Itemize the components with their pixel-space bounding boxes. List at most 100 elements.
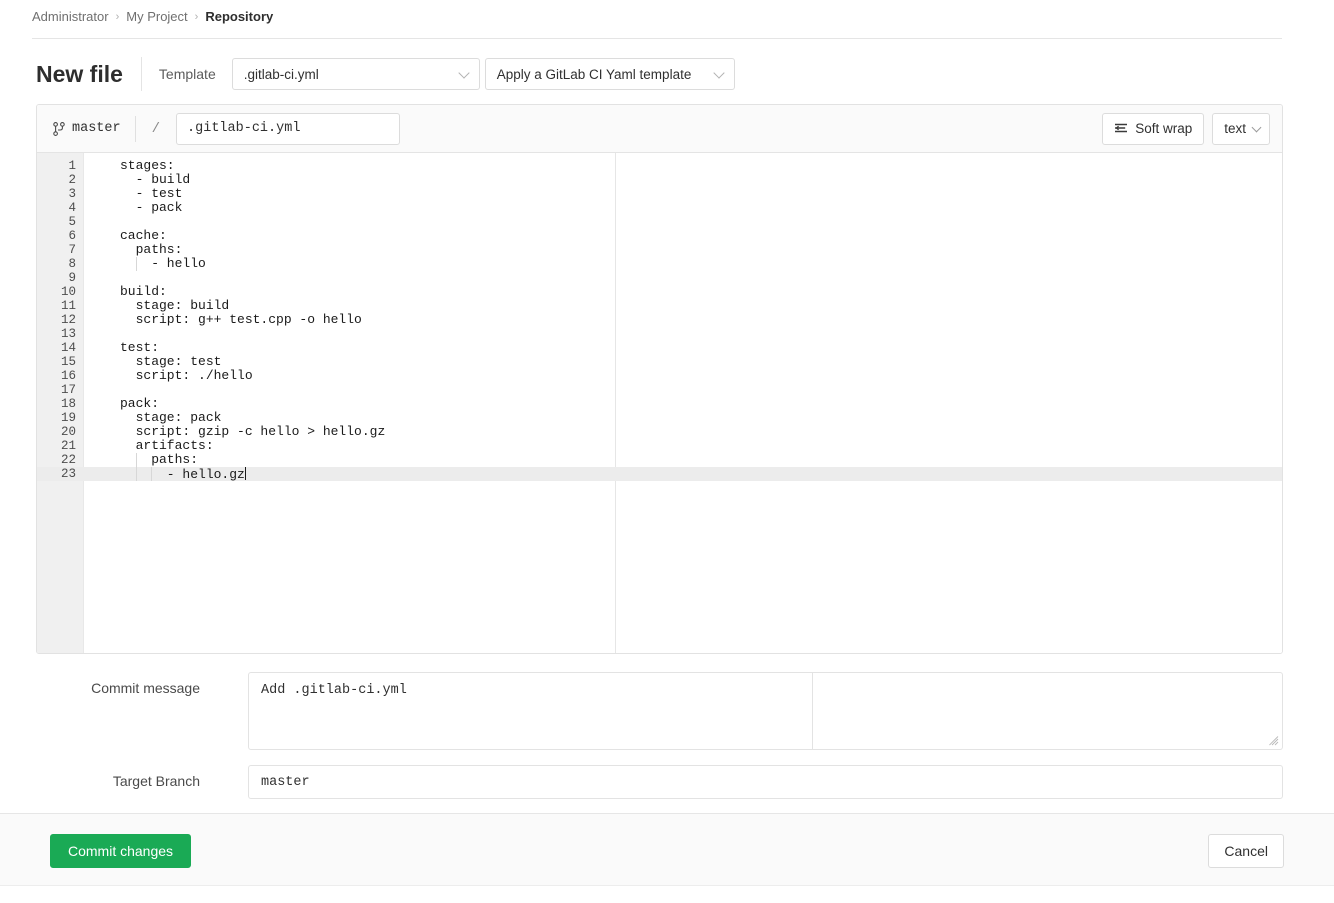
template-label: Template: [159, 66, 216, 82]
code-text: - pack: [120, 201, 182, 215]
commit-changes-button[interactable]: Commit changes: [50, 834, 191, 868]
new-file-page: Administrator › My Project › Repository …: [0, 0, 1334, 903]
editor-toolbar-actions: Soft wrap text: [1102, 113, 1270, 145]
line-number: 17: [37, 383, 76, 397]
page-header-row: New file Template .gitlab-ci.yml Apply a…: [36, 55, 735, 93]
editor-toolbar: master / Soft wrap text: [37, 105, 1282, 153]
chevron-down-icon: [713, 67, 724, 78]
path-separator: /: [135, 116, 160, 142]
breadcrumb: Administrator › My Project › Repository: [32, 9, 273, 24]
code-line[interactable]: 9: [37, 271, 1282, 285]
commit-message-side-panel: [813, 672, 1283, 750]
commit-message-label: Commit message: [48, 680, 200, 696]
resize-handle-icon[interactable]: [1269, 736, 1279, 746]
code-line[interactable]: 16 script: ./hello: [37, 369, 1282, 383]
line-number: 4: [37, 201, 76, 215]
line-number: 14: [37, 341, 76, 355]
code-text: test:: [120, 341, 159, 355]
code-line[interactable]: 22 paths:: [37, 453, 1282, 467]
code-text: stages:: [120, 159, 175, 173]
code-text: paths:: [120, 453, 198, 467]
soft-wrap-label: Soft wrap: [1135, 121, 1192, 136]
template-apply-select-value: Apply a GitLab CI Yaml template: [497, 67, 692, 82]
code-line[interactable]: 11 stage: build: [37, 299, 1282, 313]
page-title: New file: [36, 55, 141, 93]
code-text: - build: [120, 173, 190, 187]
line-number: 5: [37, 215, 76, 229]
template-apply-select[interactable]: Apply a GitLab CI Yaml template: [485, 58, 735, 90]
code-line[interactable]: 8 - hello: [37, 257, 1282, 271]
file-editor-card: master / Soft wrap text: [36, 104, 1283, 654]
code-line[interactable]: 12 script: g++ test.cpp -o hello: [37, 313, 1282, 327]
code-line[interactable]: 23 - hello.gz: [37, 467, 1282, 481]
line-number: 2: [37, 173, 76, 187]
code-text: stage: pack: [120, 411, 221, 425]
commit-message-input[interactable]: [248, 672, 813, 750]
line-number: 6: [37, 229, 76, 243]
code-text: paths:: [120, 243, 182, 257]
code-line[interactable]: 3 - test: [37, 187, 1282, 201]
soft-wrap-icon: [1114, 123, 1128, 135]
line-number: 16: [37, 369, 76, 383]
line-number: 3: [37, 187, 76, 201]
line-number: 11: [37, 299, 76, 313]
breadcrumb-separator-icon: ›: [195, 11, 199, 23]
code-text: build:: [120, 285, 167, 299]
text-cursor: [245, 467, 246, 480]
editor-mode-label: text: [1224, 121, 1246, 136]
code-line[interactable]: 19 stage: pack: [37, 411, 1282, 425]
code-line[interactable]: 1 stages:: [37, 159, 1282, 173]
header-divider: [141, 57, 142, 91]
line-number: 12: [37, 313, 76, 327]
code-text: - test: [120, 187, 182, 201]
line-number: 19: [37, 411, 76, 425]
code-text: script: gzip -c hello > hello.gz: [120, 425, 385, 439]
template-file-select-value: .gitlab-ci.yml: [244, 67, 319, 82]
line-number: 7: [37, 243, 76, 257]
code-text: script: ./hello: [120, 369, 253, 383]
editor-mode-select[interactable]: text: [1212, 113, 1270, 145]
code-editor[interactable]: 1stages:2 - build3 - test4 - pack56cache…: [37, 153, 1282, 654]
breadcrumb-item-administrator[interactable]: Administrator: [32, 9, 109, 24]
code-line[interactable]: 17: [37, 383, 1282, 397]
commit-message-field-group: [248, 672, 1283, 750]
branch-name: master: [72, 121, 121, 136]
line-number: 21: [37, 439, 76, 453]
code-line[interactable]: 13: [37, 327, 1282, 341]
code-text: artifacts:: [120, 439, 214, 453]
cancel-button[interactable]: Cancel: [1208, 834, 1284, 868]
code-text: script: g++ test.cpp -o hello: [120, 313, 362, 327]
code-text: pack:: [120, 397, 159, 411]
breadcrumb-item-repository[interactable]: Repository: [205, 9, 273, 24]
line-number: 18: [37, 397, 76, 411]
code-line[interactable]: 5: [37, 215, 1282, 229]
line-number: 23: [37, 467, 76, 481]
code-lines: 1stages:2 - build3 - test4 - pack56cache…: [37, 159, 1282, 481]
code-line[interactable]: 7 paths:: [37, 243, 1282, 257]
line-number: 9: [37, 271, 76, 285]
soft-wrap-button[interactable]: Soft wrap: [1102, 113, 1204, 145]
breadcrumb-item-my-project[interactable]: My Project: [126, 9, 187, 24]
breadcrumb-separator-icon: ›: [116, 11, 120, 23]
code-line[interactable]: 15 stage: test: [37, 355, 1282, 369]
chevron-down-icon: [1252, 122, 1262, 132]
code-text: - hello: [120, 257, 206, 271]
template-file-select[interactable]: .gitlab-ci.yml: [232, 58, 480, 90]
code-line[interactable]: 4 - pack: [37, 201, 1282, 215]
code-text: stage: build: [120, 299, 229, 313]
target-branch-label: Target Branch: [48, 773, 200, 789]
code-line[interactable]: 18 pack:: [37, 397, 1282, 411]
line-number: 1: [37, 159, 76, 173]
line-number: 13: [37, 327, 76, 341]
code-line[interactable]: 10build:: [37, 285, 1282, 299]
filename-input[interactable]: [176, 113, 400, 145]
code-line[interactable]: 20 script: gzip -c hello > hello.gz: [37, 425, 1282, 439]
chevron-down-icon: [458, 67, 469, 78]
code-line[interactable]: 2 - build: [37, 173, 1282, 187]
target-branch-input[interactable]: [248, 765, 1283, 799]
line-number: 22: [37, 453, 76, 467]
code-line[interactable]: 21 artifacts:: [37, 439, 1282, 453]
code-line[interactable]: 6cache:: [37, 229, 1282, 243]
code-line[interactable]: 14 test:: [37, 341, 1282, 355]
line-number: 15: [37, 355, 76, 369]
